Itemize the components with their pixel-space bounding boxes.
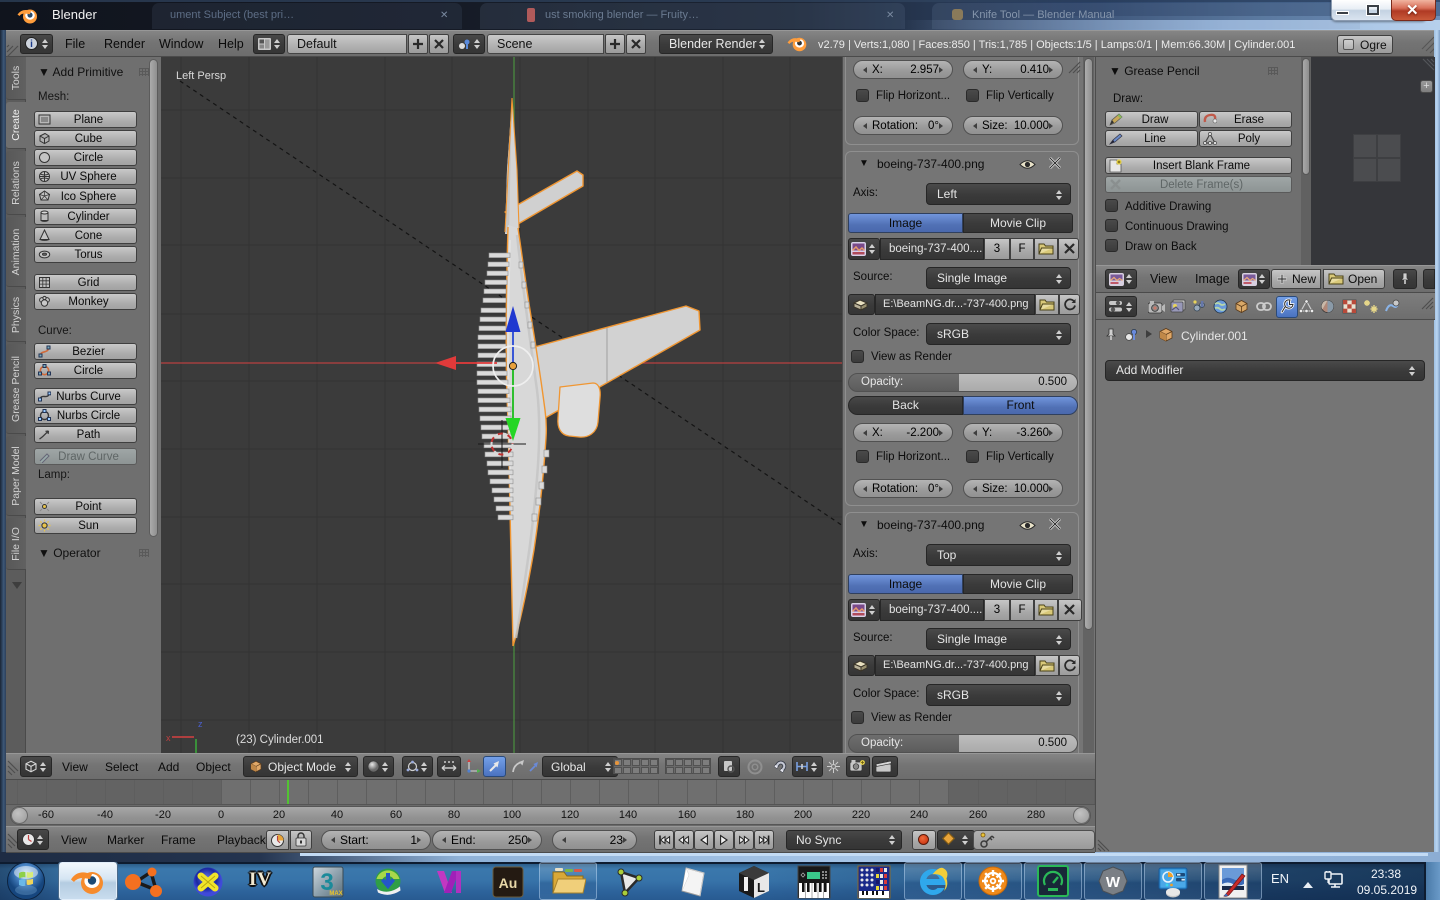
- svg-text:x: x: [166, 733, 171, 743]
- svg-text:(23) Cylinder.001: (23) Cylinder.001: [236, 734, 324, 746]
- svg-text:z: z: [198, 719, 203, 729]
- svg-text:Left Persp: Left Persp: [176, 70, 226, 82]
- svg-text:W: W: [1106, 874, 1121, 891]
- svg-text:MAX: MAX: [329, 891, 342, 897]
- svg-text:L: L: [757, 880, 765, 895]
- svg-text:Au: Au: [499, 875, 518, 891]
